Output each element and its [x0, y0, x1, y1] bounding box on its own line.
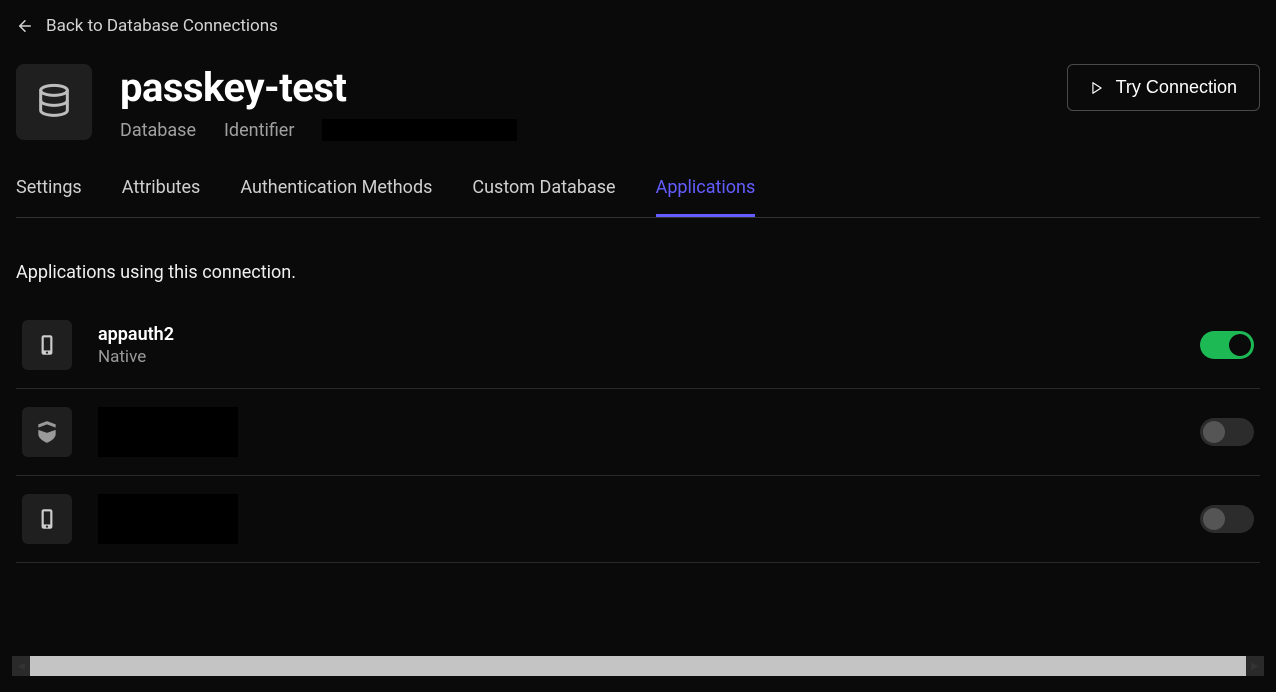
app-type: Native: [98, 347, 174, 367]
redacted-app-info: [98, 494, 238, 544]
connection-type-label: Database: [120, 120, 196, 141]
back-link[interactable]: Back to Database Connections: [16, 16, 278, 36]
app-row: [16, 389, 1260, 476]
app-toggle[interactable]: [1200, 418, 1254, 446]
tab-applications[interactable]: Applications: [656, 177, 756, 217]
scroll-left-icon[interactable]: ◀: [12, 656, 30, 676]
identifier-label: Identifier: [224, 120, 294, 141]
app-toggle[interactable]: [1200, 331, 1254, 359]
tabs: Settings Attributes Authentication Methods…: [16, 177, 1260, 218]
play-icon: [1090, 81, 1104, 95]
app-toggle[interactable]: [1200, 505, 1254, 533]
try-connection-button[interactable]: Try Connection: [1067, 64, 1260, 111]
app-row: appauth2Native: [16, 320, 1260, 389]
page-header: passkey-test Database Identifier Try Con…: [16, 64, 1260, 141]
tab-attributes[interactable]: Attributes: [122, 177, 201, 217]
section-description: Applications using this connection.: [16, 262, 1260, 283]
horizontal-scrollbar[interactable]: ◀ ▶: [12, 656, 1264, 676]
arrow-left-icon: [16, 17, 34, 35]
redacted-app-info: [98, 407, 238, 457]
app-name: appauth2: [98, 324, 174, 345]
mobile-icon: [22, 320, 72, 370]
scroll-right-icon[interactable]: ▶: [1246, 656, 1264, 676]
identifier-value: [322, 119, 517, 141]
shield-icon: [22, 407, 72, 457]
tab-custom-database[interactable]: Custom Database: [472, 177, 615, 217]
app-row: [16, 476, 1260, 563]
scrollbar-track[interactable]: [30, 656, 1246, 676]
tab-authentication-methods[interactable]: Authentication Methods: [240, 177, 432, 217]
database-icon: [16, 64, 92, 140]
mobile-icon: [22, 494, 72, 544]
page-title: passkey-test: [120, 64, 517, 111]
back-link-label: Back to Database Connections: [46, 16, 278, 36]
applications-list: appauth2Native: [16, 319, 1260, 563]
tab-settings[interactable]: Settings: [16, 177, 82, 217]
